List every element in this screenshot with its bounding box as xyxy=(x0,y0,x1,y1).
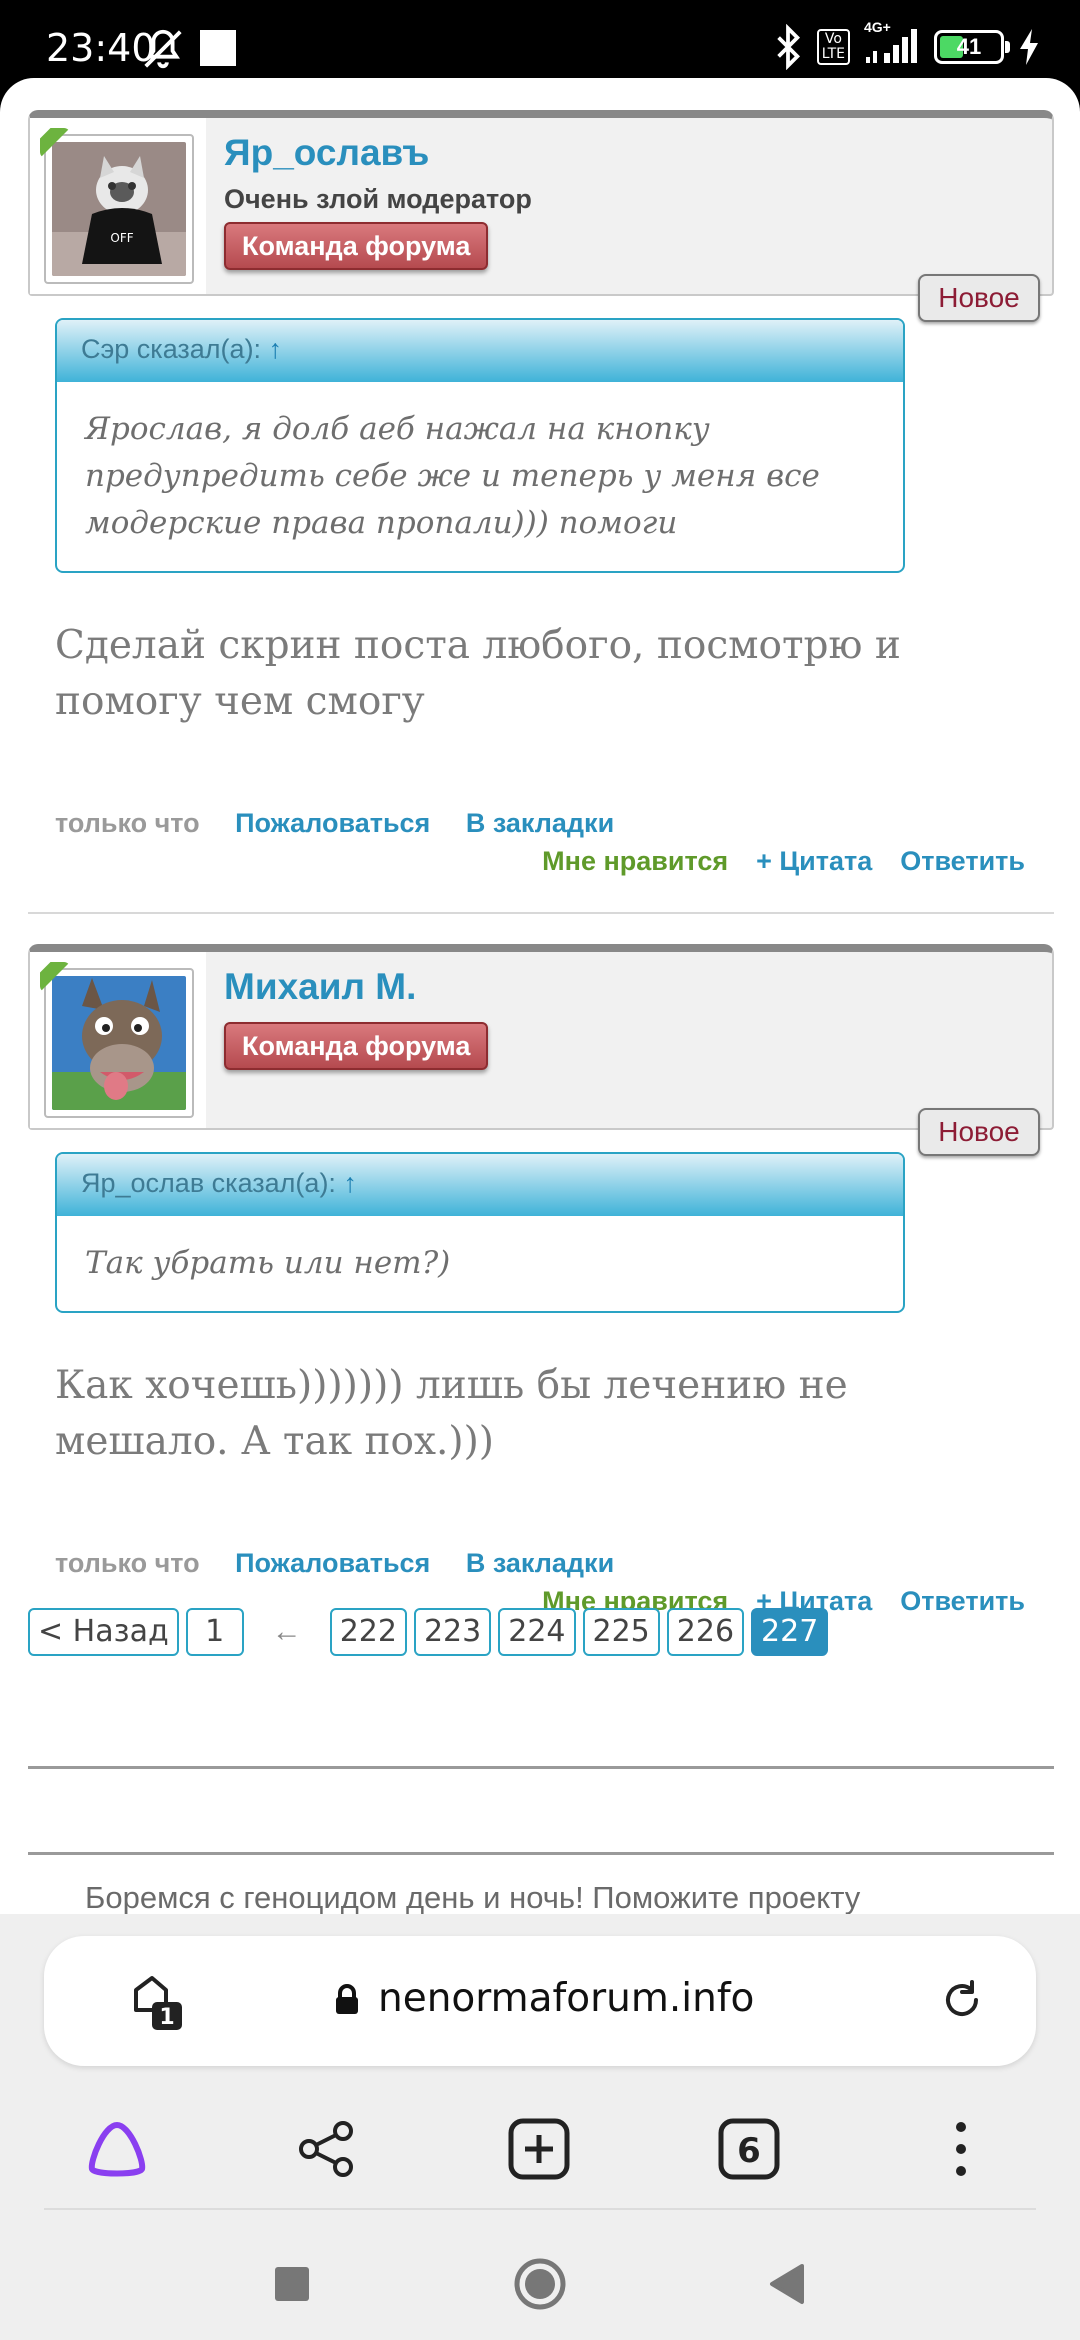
avatar[interactable]: OFF xyxy=(44,134,194,284)
quote-author: Сэр сказал(а): xyxy=(81,334,262,364)
url-text[interactable]: nenormaforum.info xyxy=(378,1976,754,2021)
protect-badge: 1 xyxy=(159,2005,174,2030)
quote-jump-link[interactable]: ↑ xyxy=(343,1168,357,1198)
browser-chrome: 1 nenormaforum.info 6 xyxy=(0,1914,1080,2340)
new-tab-icon[interactable] xyxy=(504,2114,574,2184)
avatar[interactable] xyxy=(44,968,194,1118)
page-button[interactable]: 223 xyxy=(413,1608,492,1656)
alice-assistant-icon[interactable] xyxy=(82,2114,152,2184)
quote-block: Сэр сказал(а): ↑ Ярослав, я долб аеб наж… xyxy=(55,318,905,573)
page-button[interactable]: 222 xyxy=(329,1608,407,1656)
new-badge: Новое xyxy=(918,1108,1040,1156)
footer-text: Боремся с геноцидом день и ночь! Поможит… xyxy=(85,1880,861,1915)
current-page: 227 xyxy=(751,1608,829,1656)
address-bar[interactable]: 1 nenormaforum.info xyxy=(44,1936,1036,2066)
notification-icon xyxy=(200,30,236,66)
page-button[interactable]: 225 xyxy=(582,1608,660,1656)
post-meta: только что Пожаловаться В закладки xyxy=(55,1548,642,1579)
cat-avatar-image: OFF xyxy=(52,142,186,276)
bookmark-link[interactable]: В закладки xyxy=(466,1548,614,1578)
quote-text: Ярослав, я долб аеб нажал на кнопку пред… xyxy=(85,411,820,541)
share-icon[interactable] xyxy=(292,2114,362,2184)
nav-separator xyxy=(44,2208,1036,2210)
team-badge: Команда форума xyxy=(224,222,489,270)
tab-count: 6 xyxy=(737,2131,761,2171)
post-time: только что xyxy=(55,808,200,838)
post-actions: Мне нравится + Цитата Ответить xyxy=(542,846,1025,877)
menu-dots-icon[interactable] xyxy=(926,2114,996,2184)
username-link[interactable]: Яр_ославъ xyxy=(224,132,429,174)
post-divider xyxy=(28,912,1054,914)
post-header: OFF Яр_ославъ Очень злой модератор Коман… xyxy=(28,110,1054,296)
home-icon[interactable] xyxy=(510,2254,570,2314)
donkey-avatar-image xyxy=(52,976,186,1110)
back-icon[interactable] xyxy=(756,2254,816,2314)
reply-button[interactable]: Ответить xyxy=(900,846,1025,877)
pagination-ellipsis[interactable]: ← xyxy=(251,1615,323,1649)
forum-page: OFF Яр_ославъ Очень злой модератор Коман… xyxy=(0,78,1080,1918)
quote-jump-link[interactable]: ↑ xyxy=(269,334,283,364)
new-badge: Новое xyxy=(918,274,1040,322)
username-link[interactable]: Михаил М. xyxy=(224,966,416,1008)
page-1-button[interactable]: 1 xyxy=(185,1608,244,1656)
battery-level: 41 xyxy=(956,34,982,59)
volte-icon: Vo LTE xyxy=(816,29,850,65)
post-message: Как хочешь))))))) лишь бы лечению не меш… xyxy=(55,1363,848,1464)
reload-icon[interactable] xyxy=(938,1976,986,2024)
bluetooth-icon xyxy=(777,24,800,70)
battery-icon: 41 xyxy=(934,30,1010,64)
pagination: < Назад 1 ← 222 223 224 225 226 227 xyxy=(28,1608,829,1656)
signal-group: 4G+ xyxy=(864,19,920,70)
mute-icon xyxy=(144,29,182,69)
reply-button[interactable]: Ответить xyxy=(900,1586,1025,1617)
post-meta: только что Пожаловаться В закладки xyxy=(55,808,642,839)
post-message: Сделай скрин поста любого, посмотрю и по… xyxy=(55,623,901,724)
recents-icon[interactable] xyxy=(262,2254,322,2314)
quote-author: Яр_ослав сказал(а): xyxy=(81,1168,336,1198)
browser-toolbar: 6 xyxy=(0,2094,1080,2204)
prev-page-button[interactable]: < Назад xyxy=(28,1608,179,1656)
bookmark-link[interactable]: В закладки xyxy=(466,808,614,838)
svg-text:OFF: OFF xyxy=(110,231,133,245)
protect-icon[interactable]: 1 xyxy=(130,1972,190,2032)
user-title: Очень злой модератор xyxy=(224,184,532,214)
quote-header: Сэр сказал(а): ↑ xyxy=(57,320,903,382)
network-type: 4G+ xyxy=(864,18,891,35)
section-divider xyxy=(28,1852,1054,1855)
quote-button[interactable]: + Цитата xyxy=(756,846,872,877)
charging-icon xyxy=(1020,29,1038,65)
system-nav-bar xyxy=(0,2214,1080,2340)
report-link[interactable]: Пожаловаться xyxy=(235,808,430,838)
page-button[interactable]: 224 xyxy=(498,1608,576,1656)
quote-header: Яр_ослав сказал(а): ↑ xyxy=(57,1154,903,1216)
page-button[interactable]: 226 xyxy=(666,1608,745,1656)
report-link[interactable]: Пожаловаться xyxy=(235,1548,430,1578)
post-header: Михаил М. Команда форума xyxy=(28,944,1054,1130)
quote-block: Яр_ослав сказал(а): ↑ Так убрать или нет… xyxy=(55,1152,905,1313)
like-button[interactable]: Мне нравится xyxy=(542,846,728,877)
post-time: только что xyxy=(55,1548,200,1578)
section-divider xyxy=(28,1766,1054,1769)
team-badge: Команда форума xyxy=(224,1022,489,1070)
quote-text: Так убрать или нет?) xyxy=(85,1245,451,1281)
tabs-counter-icon[interactable]: 6 xyxy=(714,2114,784,2184)
lock-icon xyxy=(336,1984,358,2014)
